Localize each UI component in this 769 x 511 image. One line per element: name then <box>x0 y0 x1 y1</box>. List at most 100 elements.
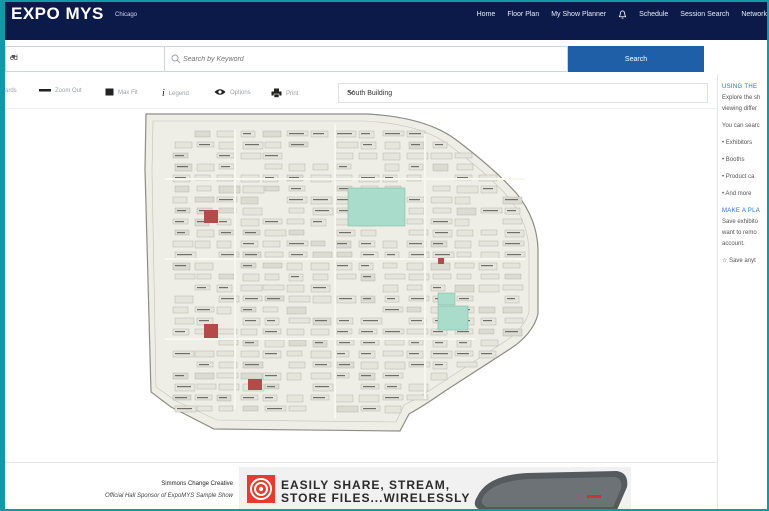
booth[interactable] <box>384 405 402 414</box>
booth[interactable] <box>264 229 287 237</box>
booth[interactable] <box>264 339 285 348</box>
save-anything-link[interactable]: ☆ Save anyt <box>722 256 767 267</box>
booth[interactable] <box>384 141 401 150</box>
booth[interactable] <box>196 405 213 412</box>
booth[interactable] <box>196 273 212 280</box>
booth[interactable] <box>454 152 473 159</box>
booth[interactable] <box>358 350 376 359</box>
sponsor-booth-marker[interactable] <box>204 324 218 338</box>
booth[interactable] <box>432 229 453 238</box>
booth[interactable] <box>288 273 304 282</box>
booth[interactable] <box>264 141 282 149</box>
max-fit-button[interactable]: Max Fit <box>105 88 138 98</box>
nav-floor-plan[interactable]: Floor Plan <box>507 11 539 18</box>
booth[interactable] <box>310 218 327 227</box>
booth[interactable] <box>286 394 304 403</box>
booth[interactable] <box>480 229 498 236</box>
booth[interactable] <box>288 207 305 214</box>
booth[interactable] <box>384 361 406 370</box>
booth[interactable] <box>264 317 280 326</box>
booth[interactable] <box>286 218 305 225</box>
booth[interactable] <box>480 339 499 347</box>
booth[interactable] <box>384 251 400 260</box>
booth[interactable] <box>262 350 282 359</box>
booth[interactable] <box>334 152 354 160</box>
toolbar-item-ards[interactable]: ards <box>5 88 17 94</box>
booth[interactable] <box>286 350 303 357</box>
booth[interactable] <box>454 240 472 249</box>
search-button[interactable]: Search <box>568 46 704 72</box>
booth[interactable] <box>430 262 451 271</box>
booth[interactable] <box>288 317 311 324</box>
booth[interactable] <box>216 306 232 315</box>
booth[interactable] <box>240 152 262 160</box>
booth[interactable] <box>172 262 191 271</box>
nav-network[interactable]: Network <box>741 11 767 18</box>
booth[interactable] <box>174 141 193 149</box>
booth[interactable] <box>310 284 331 293</box>
booth[interactable] <box>240 196 259 205</box>
booth[interactable] <box>336 251 353 258</box>
booth[interactable] <box>194 130 211 138</box>
booth[interactable] <box>312 383 334 392</box>
booth[interactable] <box>360 251 379 260</box>
booth[interactable] <box>430 372 448 381</box>
booth[interactable] <box>194 196 215 203</box>
booth[interactable] <box>454 196 471 205</box>
booth[interactable] <box>360 229 377 237</box>
booth[interactable] <box>334 240 352 249</box>
booth[interactable] <box>432 273 452 280</box>
booth[interactable] <box>358 372 376 381</box>
booth[interactable] <box>288 361 306 369</box>
booth[interactable] <box>216 284 233 293</box>
booth[interactable] <box>360 141 377 150</box>
booth[interactable] <box>382 240 398 249</box>
booth[interactable] <box>216 130 236 138</box>
booth[interactable] <box>504 317 524 324</box>
booth[interactable] <box>242 185 265 194</box>
booth[interactable] <box>336 141 359 149</box>
booth[interactable] <box>310 372 332 380</box>
booth[interactable] <box>172 306 189 314</box>
booth[interactable] <box>264 163 283 170</box>
booth[interactable] <box>502 306 523 314</box>
booth[interactable] <box>240 284 263 292</box>
booth[interactable] <box>478 240 499 247</box>
search-input[interactable] <box>183 51 553 67</box>
booth[interactable] <box>240 350 260 358</box>
booth[interactable] <box>218 141 236 150</box>
booth[interactable] <box>310 262 330 271</box>
booth[interactable] <box>384 339 405 346</box>
nav-home[interactable]: Home <box>477 11 496 18</box>
booth[interactable] <box>286 328 305 336</box>
booth[interactable] <box>218 207 237 214</box>
booth[interactable] <box>502 328 523 337</box>
booth[interactable] <box>502 196 523 205</box>
booth[interactable] <box>456 185 479 194</box>
booth[interactable] <box>288 339 307 347</box>
booth[interactable] <box>478 306 496 314</box>
booth[interactable] <box>288 163 306 172</box>
booth[interactable] <box>312 317 332 326</box>
booth[interactable] <box>456 273 472 280</box>
booth[interactable] <box>174 273 196 280</box>
bell-icon[interactable] <box>618 10 627 19</box>
booth[interactable] <box>196 317 214 326</box>
booth[interactable] <box>174 163 193 172</box>
booth[interactable] <box>406 262 424 271</box>
booth[interactable] <box>406 350 424 359</box>
booth[interactable] <box>174 185 190 193</box>
booth[interactable] <box>478 350 497 359</box>
legend-button[interactable]: i Legend <box>162 88 189 99</box>
booth[interactable] <box>194 240 211 249</box>
booth[interactable] <box>312 163 329 171</box>
advertisement-banner[interactable]: EASILY SHARE, STREAM, STORE FILES...WIRE… <box>239 467 631 509</box>
booth[interactable] <box>240 372 263 380</box>
booth[interactable] <box>196 163 215 172</box>
booth[interactable] <box>196 185 212 192</box>
booth[interactable] <box>502 218 523 225</box>
building-select[interactable]: South Building <box>338 83 708 103</box>
booth[interactable] <box>312 251 333 260</box>
booth[interactable] <box>242 273 260 282</box>
booth[interactable] <box>454 262 475 269</box>
